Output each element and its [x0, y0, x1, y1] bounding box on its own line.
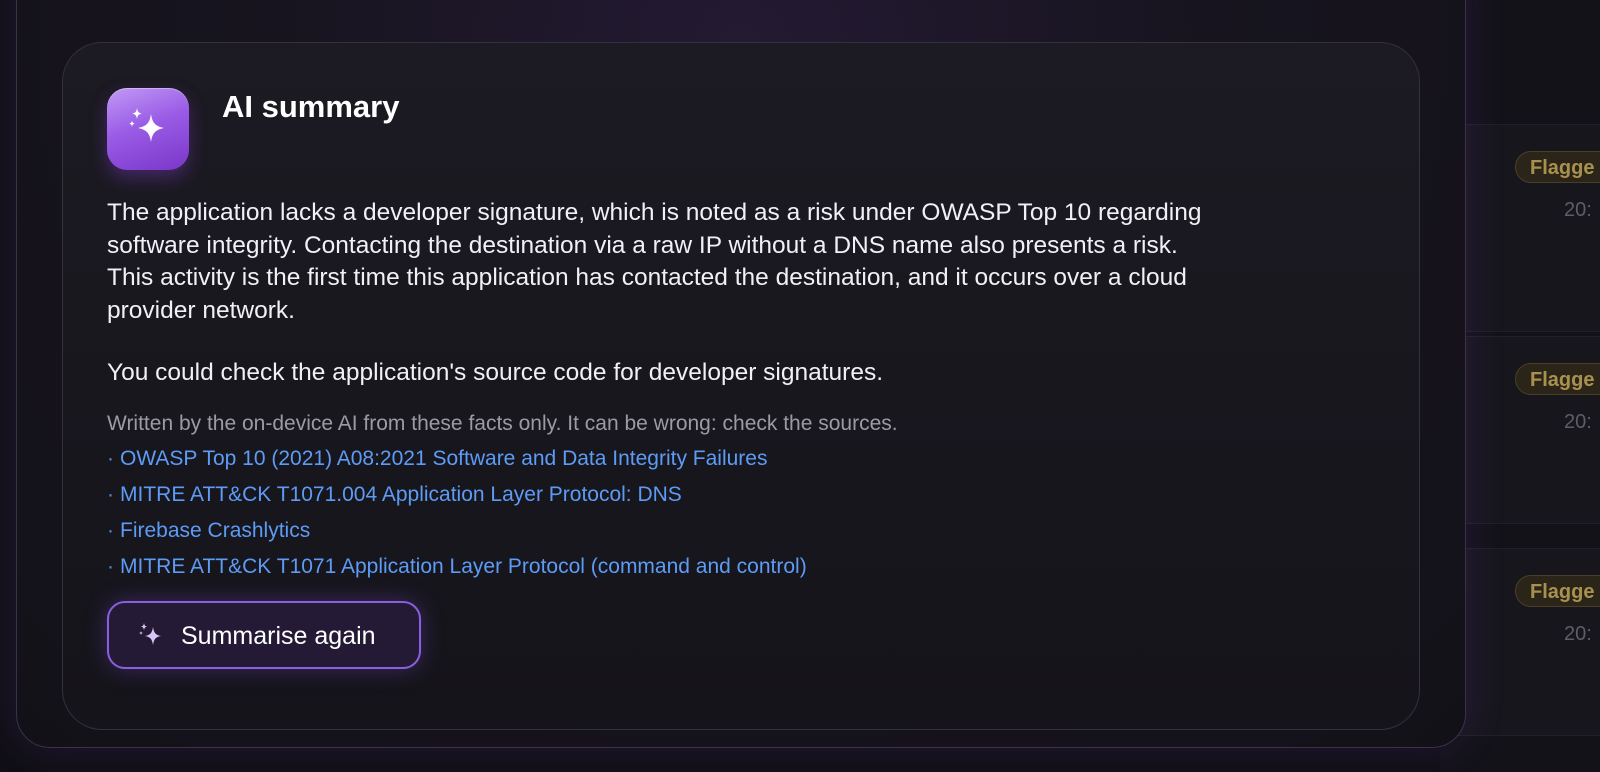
flagged-badge: Flagge	[1515, 363, 1600, 395]
timestamp: 20:	[1564, 623, 1592, 645]
summarise-again-label: Summarise again	[181, 622, 376, 650]
flagged-badge: Flagge	[1515, 151, 1600, 183]
summary-text: The application lacks a developer signat…	[107, 197, 1367, 327]
source-item: · Firebase Crashlytics	[107, 516, 807, 552]
summary-line: This activity is the first time this app…	[107, 264, 1187, 292]
summary-line: software integrity. Contacting the desti…	[107, 231, 1178, 259]
advice-text: You could check the application's source…	[107, 359, 884, 386]
sparkles-icon	[139, 623, 161, 645]
card-title: AI summary	[222, 89, 400, 124]
bullet: ·	[107, 519, 114, 542]
summary-line: The application lacks a developer signat…	[107, 199, 1202, 226]
app-window: Flagge 20: Flagge 20: Flagge 20: AI summ…	[0, 0, 1600, 772]
bullet: ·	[107, 447, 114, 470]
source-link-firebase-crashlytics[interactable]: Firebase Crashlytics	[120, 519, 310, 542]
sources-list: · OWASP Top 10 (2021) A08:2021 Software a…	[107, 444, 807, 588]
source-link-mitre-t1071[interactable]: MITRE ATT&CK T1071 Application Layer Pro…	[120, 555, 807, 578]
bullet: ·	[107, 483, 114, 506]
source-link-mitre-t1071-004[interactable]: MITRE ATT&CK T1071.004 Application Layer…	[120, 483, 682, 506]
summarise-again-button[interactable]: Summarise again	[107, 601, 421, 669]
flagged-badge: Flagge	[1515, 575, 1600, 607]
ai-summary-card: AI summary The application lacks a devel…	[62, 42, 1420, 730]
source-link-owasp-a08[interactable]: OWASP Top 10 (2021) A08:2021 Software an…	[120, 447, 767, 470]
timestamp: 20:	[1564, 411, 1592, 433]
sparkles-icon	[107, 88, 189, 170]
bullet: ·	[107, 555, 114, 578]
timestamp: 20:	[1564, 199, 1592, 221]
summary-line: provider network.	[107, 296, 295, 324]
ai-disclaimer: Written by the on-device AI from these f…	[107, 412, 898, 435]
source-item: · MITRE ATT&CK T1071 Application Layer Pr…	[107, 552, 807, 588]
source-item: · OWASP Top 10 (2021) A08:2021 Software a…	[107, 444, 807, 480]
source-item: · MITRE ATT&CK T1071.004 Application Laye…	[107, 480, 807, 516]
